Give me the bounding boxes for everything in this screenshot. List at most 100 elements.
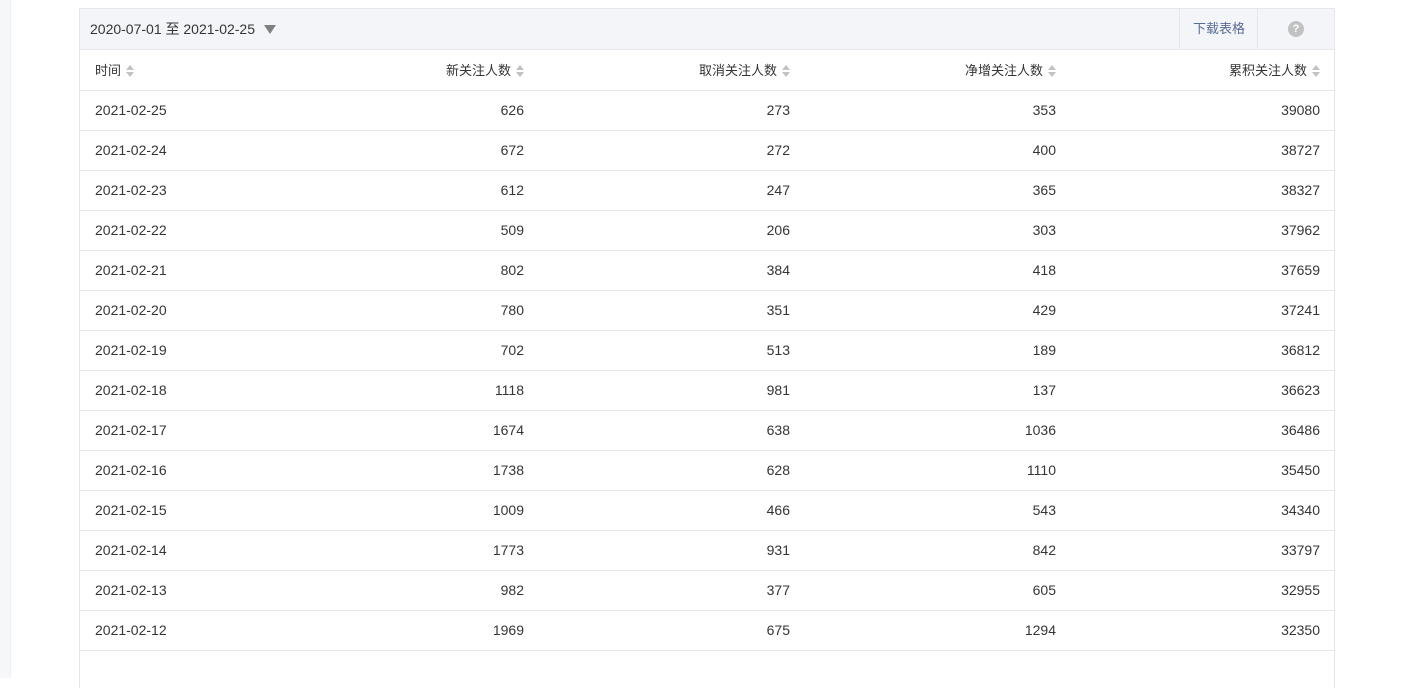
cell-total-followers: 39080 <box>1070 90 1334 131</box>
cell-unfollows: 981 <box>538 370 804 411</box>
cell-net-growth: 353 <box>804 90 1070 131</box>
table-row: 2021-02-18 1118 981 137 36623 <box>80 370 1334 411</box>
table-row: 2021-02-14 1773 931 842 33797 <box>80 530 1334 571</box>
table-row: 2021-02-17 1674 638 1036 36486 <box>80 410 1334 451</box>
cell-date: 2021-02-16 <box>80 450 276 491</box>
cell-total-followers: 32955 <box>1070 570 1334 611</box>
table-row: 2021-02-16 1738 628 1110 35450 <box>80 450 1334 491</box>
table-row: 2021-02-20 780 351 429 37241 <box>80 290 1334 331</box>
cell-total-followers: 34340 <box>1070 490 1334 531</box>
column-header-unfollows[interactable]: 取消关注人数 <box>538 50 804 91</box>
table-row: 2021-02-21 802 384 418 37659 <box>80 250 1334 291</box>
cell-net-growth: 1294 <box>804 610 1070 651</box>
cell-unfollows: 351 <box>538 290 804 331</box>
table-row: 2021-02-22 509 206 303 37962 <box>80 210 1334 251</box>
cell-total-followers: 38327 <box>1070 170 1334 211</box>
cell-net-growth: 137 <box>804 370 1070 411</box>
cell-new-followers: 1674 <box>276 410 538 451</box>
cell-total-followers: 35450 <box>1070 450 1334 491</box>
question-mark-icon: ? <box>1288 21 1304 37</box>
cell-new-followers: 982 <box>276 570 538 611</box>
table-row: 2021-02-15 1009 466 543 34340 <box>80 490 1334 531</box>
table-row: 2021-02-19 702 513 189 36812 <box>80 330 1334 371</box>
caret-down-icon <box>264 24 277 34</box>
cell-net-growth: 365 <box>804 170 1070 211</box>
column-header-net-growth[interactable]: 净增关注人数 <box>804 50 1070 91</box>
cell-new-followers: 612 <box>276 170 538 211</box>
column-header-total-followers[interactable]: 累积关注人数 <box>1070 50 1334 91</box>
cell-date: 2021-02-13 <box>80 570 276 611</box>
help-button[interactable]: ? <box>1257 9 1334 49</box>
sort-icon <box>516 64 524 77</box>
column-header-date[interactable]: 时间 <box>80 50 276 91</box>
sort-icon <box>1312 64 1320 77</box>
cell-new-followers: 1738 <box>276 450 538 491</box>
table-toolbar: 2020-07-01 至 2021-02-25 下载表格 ? <box>80 9 1334 50</box>
cell-new-followers: 509 <box>276 210 538 251</box>
followers-table: 时间 新关注人数 取消关注人数 净增关注人数 累积关注人数 2021-02-25… <box>80 50 1334 674</box>
cell-new-followers: 1773 <box>276 530 538 571</box>
cell-unfollows: 628 <box>538 450 804 491</box>
sort-icon <box>1048 64 1056 77</box>
table-body: 2021-02-25 626 273 353 39080 2021-02-24 672 272… <box>80 90 1334 674</box>
cell-unfollows: 272 <box>538 130 804 171</box>
cell-total-followers: 32350 <box>1070 610 1334 651</box>
cell-date: 2021-02-14 <box>80 530 276 571</box>
cell-date: 2021-02-22 <box>80 210 276 251</box>
cell-net-growth: 429 <box>804 290 1070 331</box>
cell-net-growth: 1036 <box>804 410 1070 451</box>
column-header-label: 取消关注人数 <box>698 63 777 79</box>
cell-total-followers: 36486 <box>1070 410 1334 451</box>
table-row: 2021-02-25 626 273 353 39080 <box>80 90 1334 131</box>
cell-total-followers: 33797 <box>1070 530 1334 571</box>
cell-date: 2021-02-20 <box>80 290 276 331</box>
cell-unfollows: 675 <box>538 610 804 651</box>
cell-net-growth: 303 <box>804 210 1070 251</box>
cell-unfollows: 206 <box>538 210 804 251</box>
date-range-label: 2020-07-01 至 2021-02-25 <box>90 21 256 37</box>
table-row: 2021-02-12 1969 675 1294 32350 <box>80 610 1334 651</box>
cell-net-growth: 605 <box>804 570 1070 611</box>
cell-net-growth: 842 <box>804 530 1070 571</box>
cell-total-followers: 36812 <box>1070 330 1334 371</box>
cell-date: 2021-02-18 <box>80 370 276 411</box>
cell-date: 2021-02-25 <box>80 90 276 131</box>
table-row: 2021-02-13 982 377 605 32955 <box>80 570 1334 611</box>
cell-total-followers: 37962 <box>1070 210 1334 251</box>
column-header-new-followers[interactable]: 新关注人数 <box>276 50 538 91</box>
sort-icon <box>126 64 135 77</box>
cell-net-growth: 400 <box>804 130 1070 171</box>
table-row: 2021-02-23 612 247 365 38327 <box>80 170 1334 211</box>
cell-new-followers: 1118 <box>276 370 538 411</box>
cell-new-followers: 802 <box>276 250 538 291</box>
cell-total-followers: 37241 <box>1070 290 1334 331</box>
cell-date: 2021-02-24 <box>80 130 276 171</box>
download-table-button[interactable]: 下载表格 <box>1179 9 1258 49</box>
cell-net-growth: 543 <box>804 490 1070 531</box>
cell-new-followers: 1009 <box>276 490 538 531</box>
cell-date: 2021-02-19 <box>80 330 276 371</box>
column-header-label: 新关注人数 <box>445 63 511 79</box>
cell-unfollows: 384 <box>538 250 804 291</box>
cell-total-followers: 37659 <box>1070 250 1334 291</box>
cell-unfollows: 377 <box>538 570 804 611</box>
cell-unfollows: 513 <box>538 330 804 371</box>
cell-date: 2021-02-17 <box>80 410 276 451</box>
cell-date: 2021-02-21 <box>80 250 276 291</box>
cell-unfollows: 638 <box>538 410 804 451</box>
cell-total-followers: 38727 <box>1070 130 1334 171</box>
cell-new-followers: 702 <box>276 330 538 371</box>
cell-unfollows: 931 <box>538 530 804 571</box>
table-row: 2021-02-24 672 272 400 38727 <box>80 130 1334 171</box>
cell-unfollows: 273 <box>538 90 804 131</box>
cell-date: 2021-02-23 <box>80 170 276 211</box>
cell-net-growth: 418 <box>804 250 1070 291</box>
cell-new-followers: 672 <box>276 130 538 171</box>
cell-new-followers: 626 <box>276 90 538 131</box>
cell-empty <box>80 650 1334 674</box>
cell-new-followers: 1969 <box>276 610 538 651</box>
cell-total-followers: 36623 <box>1070 370 1334 411</box>
date-range-picker[interactable]: 2020-07-01 至 2021-02-25 <box>90 9 277 49</box>
table-header-row: 时间 新关注人数 取消关注人数 净增关注人数 累积关注人数 <box>80 50 1334 91</box>
column-header-label: 累积关注人数 <box>1228 63 1307 79</box>
